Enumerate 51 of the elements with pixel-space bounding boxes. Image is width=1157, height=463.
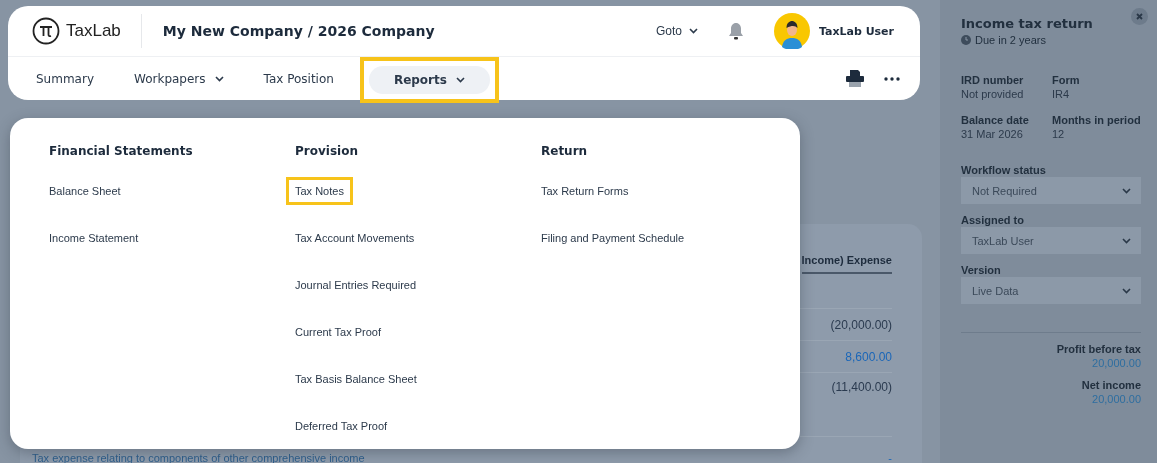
nav-tab[interactable]: Reports [359, 56, 499, 103]
menu-item[interactable]: Tax Account Movements [286, 224, 424, 252]
caret-icon [688, 28, 698, 34]
user-name: TaxLab User [818, 24, 894, 38]
field-value: Not provided [961, 88, 1025, 100]
nav-tab[interactable]: Tax Position [249, 59, 348, 98]
menu-item[interactable]: Deferred Tax Proof [286, 412, 397, 440]
printer-icon[interactable] [846, 70, 864, 87]
caret-icon [455, 76, 465, 83]
field-value: IR4 [1052, 88, 1071, 100]
logo-text: TaxLab [66, 21, 121, 41]
menu-heading: Financial Statements [49, 144, 193, 158]
field-value: 31 Mar 2026 [961, 128, 1024, 140]
company-title: My New Company / 2026 Company [162, 23, 436, 39]
field-label: Form [1052, 74, 1081, 86]
select-label: Assigned to [961, 214, 1025, 226]
menu-item[interactable]: Current Tax Proof [286, 318, 390, 346]
menu-heading: Return [541, 144, 588, 158]
more-icon[interactable] [884, 76, 900, 81]
field-value: 12 [1052, 128, 1066, 140]
menu-item[interactable]: Filing and Payment Schedule [532, 224, 694, 252]
nav-tab[interactable]: Summary [22, 59, 108, 98]
menu-item[interactable]: Tax Return Forms [532, 177, 638, 205]
clock-icon [961, 35, 971, 45]
field-label: Months in period [1052, 114, 1141, 126]
caret-icon [1122, 287, 1131, 294]
pi-logo-icon [32, 17, 60, 45]
panel-title: Income tax return [961, 16, 1094, 31]
nav-tab[interactable]: Workpapers [120, 59, 238, 98]
menu-item[interactable]: Income Statement [40, 224, 148, 252]
amount-cell: (20,000.00) [830, 317, 892, 332]
select-label: Workflow status [961, 164, 1047, 176]
total-label: Profit before tax [1055, 343, 1141, 355]
avatar[interactable] [773, 13, 810, 49]
caret-icon [1122, 237, 1131, 244]
field-label: Balance date [961, 114, 1030, 126]
menu-item[interactable]: Balance Sheet [40, 177, 130, 205]
close-icon[interactable] [1131, 8, 1148, 25]
bell-icon[interactable] [727, 22, 744, 40]
caret-icon [214, 75, 224, 82]
total-label: Net income [1080, 379, 1141, 391]
menu-heading: Provision [295, 144, 358, 158]
due-text: Due in 2 years [975, 34, 1046, 46]
menu-item[interactable]: Journal Entries Required [286, 271, 426, 299]
select-label: Version [961, 264, 1002, 276]
goto-menu[interactable]: Goto [655, 24, 698, 38]
amount-cell: (11,400.00) [831, 380, 892, 394]
caret-icon [1122, 187, 1131, 194]
menu-item[interactable]: Tax Basis Balance Sheet [286, 365, 426, 393]
field-label: IRD number [961, 74, 1025, 86]
menu-item[interactable]: Tax Notes [286, 177, 353, 205]
